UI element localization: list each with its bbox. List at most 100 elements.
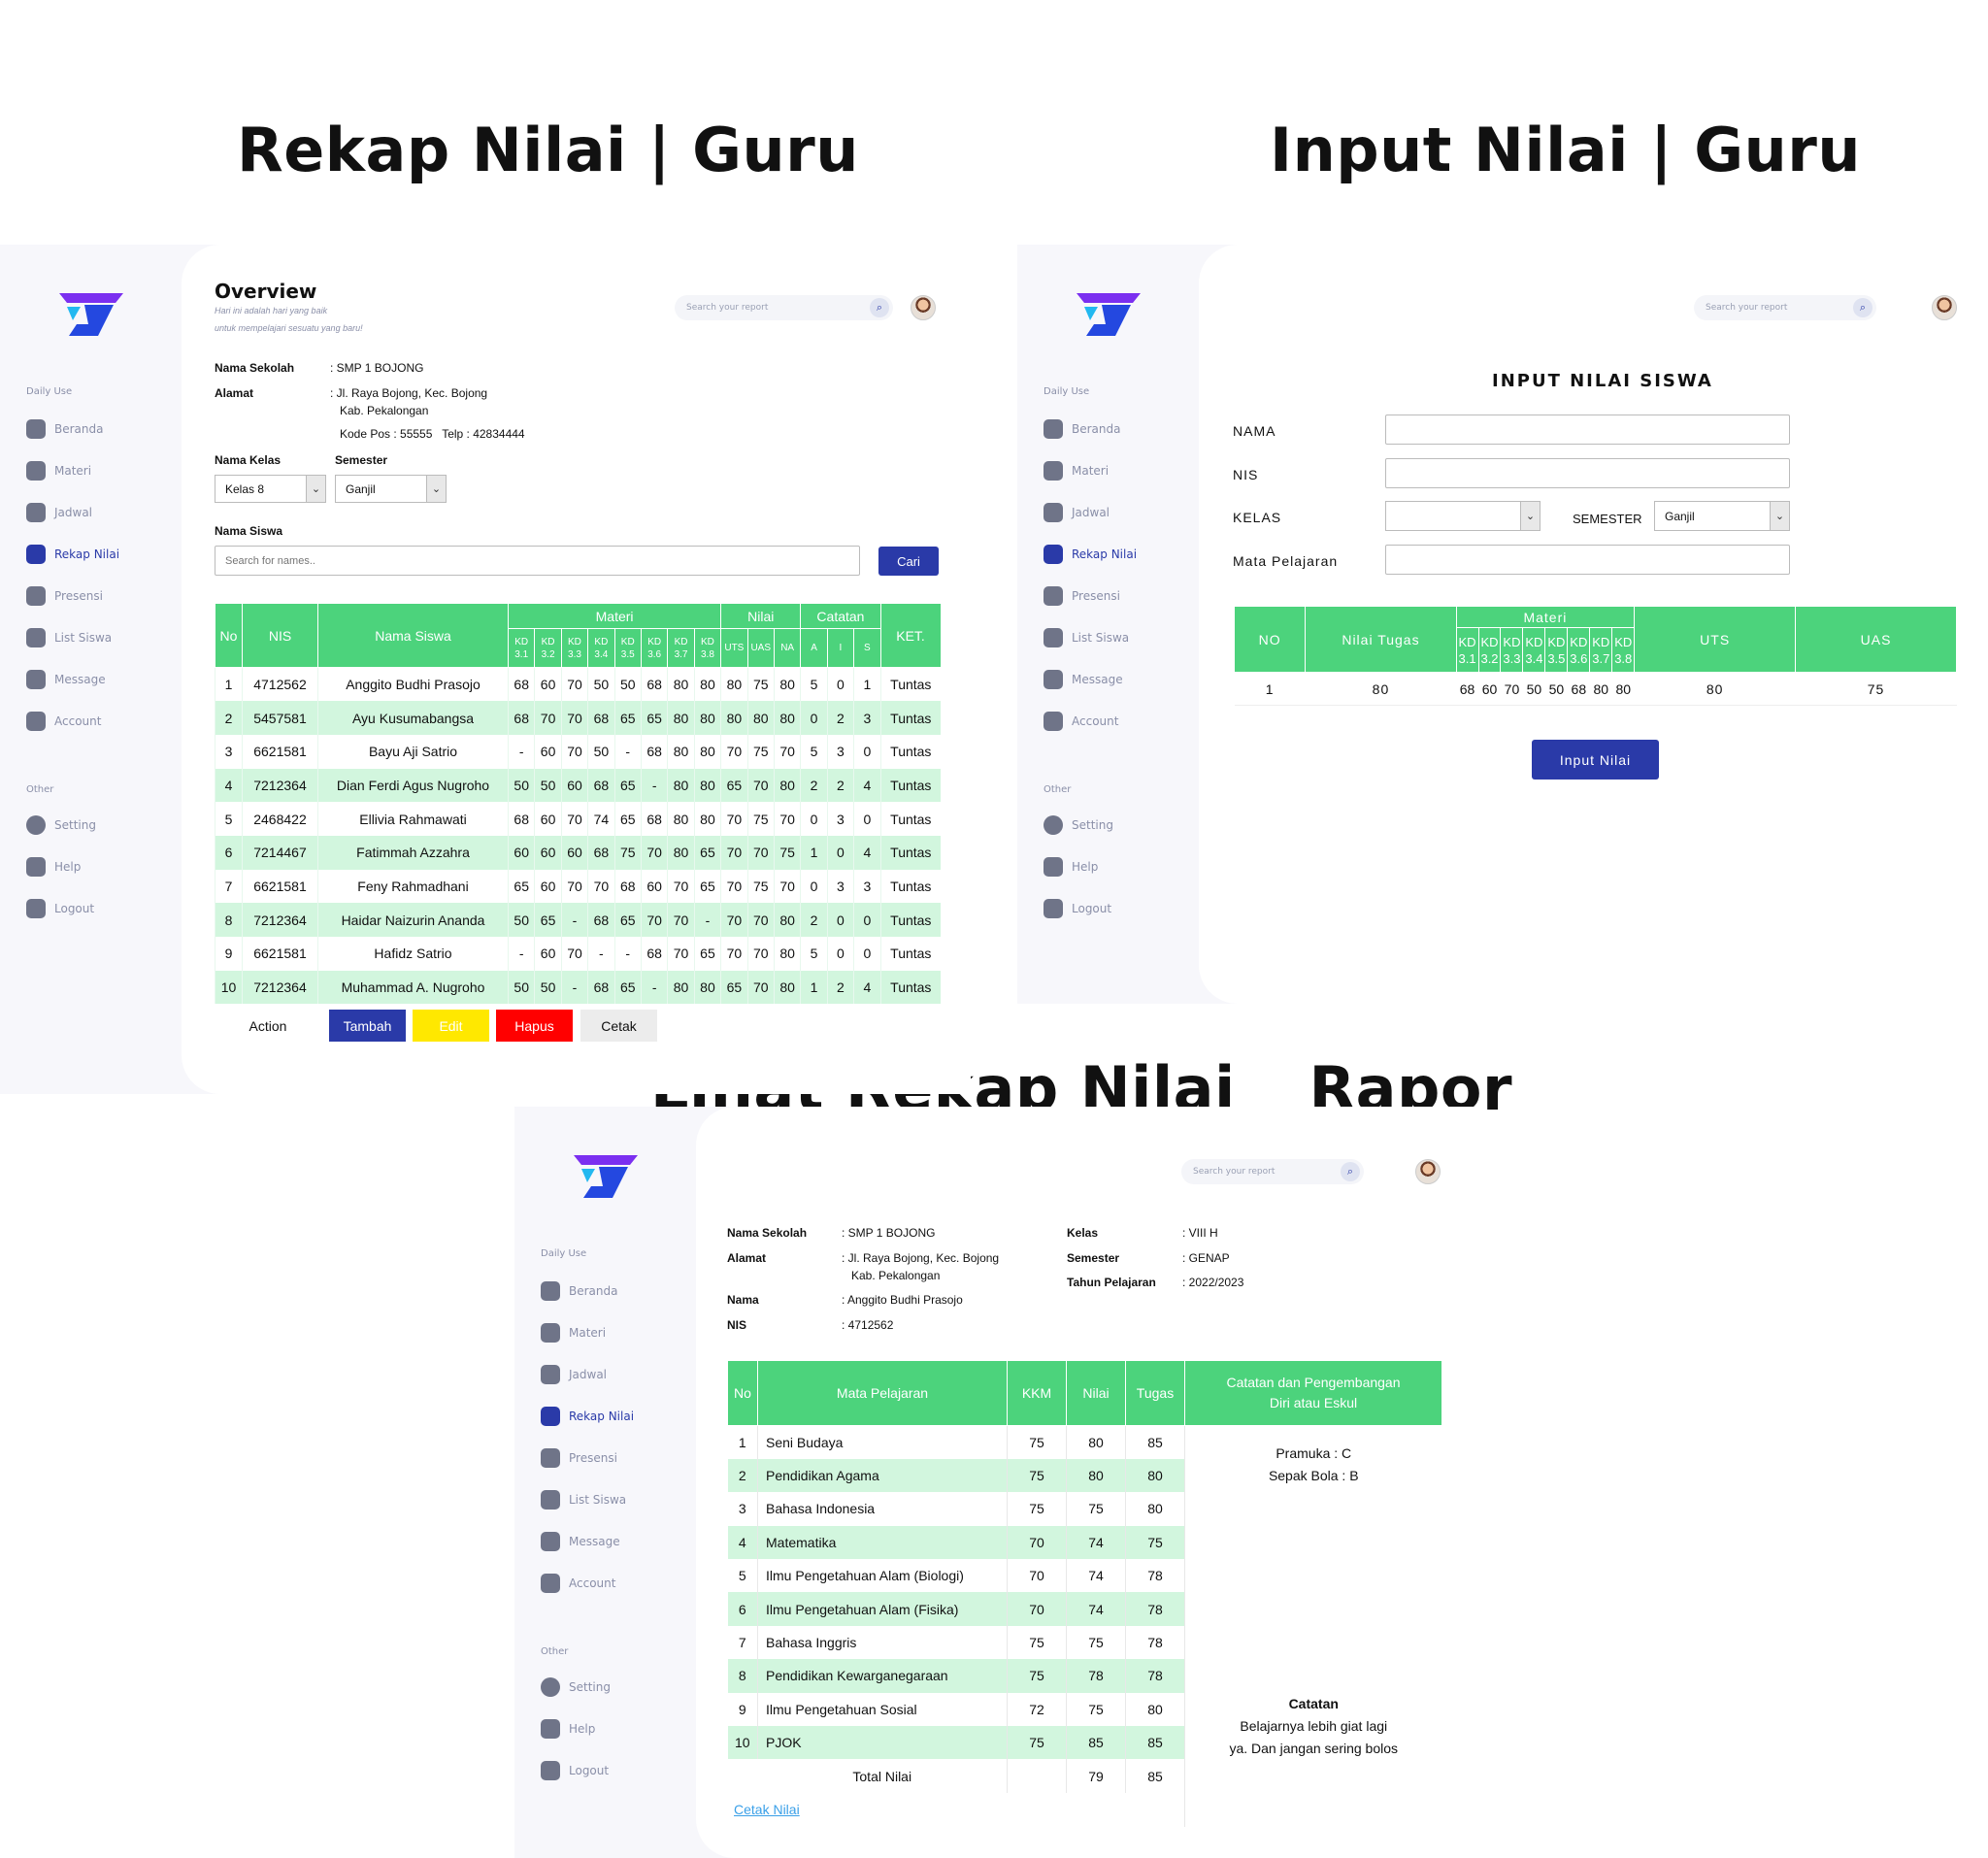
table-cell: 1 <box>800 970 828 1005</box>
sidebar-item-list-siswa[interactable]: List Siswa <box>26 628 112 647</box>
edit-button[interactable]: Edit <box>413 1010 489 1042</box>
sidebar-item-list-siswa[interactable]: List Siswa <box>541 1490 626 1510</box>
table-cell: 70 <box>773 802 801 836</box>
sidebar-item-presensi[interactable]: Presensi <box>541 1448 617 1468</box>
semester-select[interactable]: Ganjil ⌄ <box>335 475 447 503</box>
hapus-button[interactable]: Hapus <box>496 1010 573 1042</box>
sidebar-item-presensi[interactable]: Presensi <box>26 586 103 606</box>
semester-select-value: Ganjil <box>346 481 376 496</box>
search-bar[interactable]: Search your report ⌕ <box>1694 295 1876 320</box>
table-row[interactable]: 10 7212364 Muhammad A. Nugroho 50 50-68 65-80… <box>215 970 942 1005</box>
header-no: NO <box>1233 606 1307 673</box>
input-nis-field[interactable] <box>1385 458 1790 488</box>
sidebar-item-message[interactable]: Message <box>1044 670 1123 689</box>
sidebar-item-list-siswa[interactable]: List Siswa <box>1044 628 1129 647</box>
table-cell: 0 <box>853 734 881 769</box>
table-row[interactable]: 6 7214467 Fatimmah Azzahra 60 60 60 68 75 70 80 65… <box>215 835 942 870</box>
sidebar-item-logout[interactable]: Logout <box>26 899 94 918</box>
table-cell: 7214467 <box>242 835 318 870</box>
sidebar-item-presensi[interactable]: Presensi <box>1044 586 1120 606</box>
rapor-nis-label: NIS <box>727 1318 747 1332</box>
sidebar-item-help[interactable]: Help <box>1044 857 1098 877</box>
cetak-button[interactable]: Cetak <box>580 1010 657 1042</box>
sidebar-item-rekap-nilai[interactable]: Rekap Nilai <box>26 545 119 564</box>
table-row[interactable]: 1 4712562 Anggito Budhi Prasojo 68 60 70 50 50 6… <box>215 667 942 702</box>
sidebar-item-help[interactable]: Help <box>541 1719 595 1739</box>
dashboard-icon <box>26 419 46 439</box>
table-cell: 0 <box>826 667 854 702</box>
header-kd: KD 3.2 <box>534 628 562 668</box>
input-nama-field[interactable] <box>1385 415 1790 445</box>
sidebar-item-rekap-nilai[interactable]: Rekap Nilai <box>1044 545 1137 564</box>
sidebar-item-logout[interactable]: Logout <box>541 1761 609 1780</box>
sidebar-item-jadwal[interactable]: Jadwal <box>26 503 92 522</box>
table-cell: 68 <box>507 701 535 735</box>
table-cell: - <box>640 970 668 1005</box>
table-cell: 9 <box>215 937 243 971</box>
cetak-nilai-link[interactable]: Cetak Nilai <box>734 1802 800 1817</box>
search-icon[interactable]: ⌕ <box>1341 1162 1360 1181</box>
sidebar-item-setting[interactable]: Setting <box>1044 815 1113 835</box>
table-row[interactable]: 5 2468422 Ellivia Rahmawati 68 60 70 74 65 68 80 8… <box>215 802 942 836</box>
avatar[interactable] <box>911 295 936 320</box>
table-cell: 50 <box>613 667 642 702</box>
table-row[interactable]: 4 7212364 Dian Ferdi Agus Nugroho 50 50 60 68 6… <box>215 768 942 803</box>
tambah-button[interactable]: Tambah <box>329 1010 406 1042</box>
table-cell: 3 <box>826 869 854 904</box>
table-cell: 85 <box>1066 1726 1126 1760</box>
input-nilai-button[interactable]: Input Nilai <box>1532 740 1659 780</box>
header-kd: KD 3.4 <box>587 628 615 668</box>
sidebar-item-account[interactable]: Account <box>541 1574 615 1593</box>
search-icon[interactable]: ⌕ <box>1853 298 1872 317</box>
table-cell: 80 <box>773 768 801 803</box>
table-cell: 70 <box>720 835 748 870</box>
kelas-select[interactable]: Kelas 8 ⌄ <box>215 475 326 503</box>
table-row[interactable]: 9 6621581 Hafidz Satrio -60 70- -68 70 65 70 70 80… <box>215 937 942 971</box>
table-cell: 70 <box>560 937 588 971</box>
search-bar[interactable]: Search your report ⌕ <box>1181 1159 1364 1184</box>
avatar[interactable] <box>1932 295 1957 320</box>
rapor-nis-value: : 4712562 <box>842 1318 894 1332</box>
search-placeholder: Search your report <box>1706 303 1788 313</box>
table-row[interactable]: 3 6621581 Bayu Aji Satrio -60 70 50-68 80 80 70 7… <box>215 734 942 769</box>
sidebar-item-beranda[interactable]: Beranda <box>1044 419 1120 439</box>
table-cell: 70 <box>773 869 801 904</box>
sidebar-item-beranda[interactable]: Beranda <box>26 419 103 439</box>
sidebar-section-daily: Daily Use <box>1044 386 1090 397</box>
sidebar-item-account[interactable]: Account <box>26 712 101 731</box>
nama-siswa-label: Nama Siswa <box>215 524 283 538</box>
sidebar-item-message[interactable]: Message <box>541 1532 620 1551</box>
sidebar-item-materi[interactable]: Materi <box>541 1323 606 1343</box>
sidebar-item-jadwal[interactable]: Jadwal <box>541 1365 607 1384</box>
input-mapel-field[interactable] <box>1385 545 1790 575</box>
sidebar-item-setting[interactable]: Setting <box>26 815 96 835</box>
sidebar-item-beranda[interactable]: Beranda <box>541 1281 617 1301</box>
search-icon[interactable]: ⌕ <box>870 298 889 317</box>
search-bar[interactable]: Search your report ⌕ <box>675 295 893 320</box>
table-cell: 70 <box>746 970 775 1005</box>
input-kelas-select[interactable]: ⌄ <box>1385 501 1541 531</box>
sidebar-item-message[interactable]: Message <box>26 670 106 689</box>
sidebar-item-logout[interactable]: Logout <box>1044 899 1111 918</box>
table-row[interactable]: 2 5457581 Ayu Kusumabangsa 68 70 70 68 65 65 80 80… <box>215 701 942 735</box>
sidebar-item-materi[interactable]: Materi <box>26 461 91 481</box>
table-cell: - <box>507 937 535 971</box>
cari-button[interactable]: Cari <box>878 547 939 576</box>
table-header-row: No NIS Nama Siswa Materi Nilai Catatan KET. <box>215 603 942 668</box>
table-row[interactable]: 1 Seni Budaya 75 80 85 Pramuka : C Sepak Bola … <box>727 1425 1442 1828</box>
sidebar-item-account[interactable]: Account <box>1044 712 1118 731</box>
table-row[interactable]: 1 80 68 60 70 50 50 68 80 80 80 75 <box>1234 672 1957 706</box>
sidebar-item-help[interactable]: Help <box>26 857 81 877</box>
header-uas: UAS <box>1795 606 1957 673</box>
rapor-semester-label: Semester <box>1067 1251 1120 1265</box>
sidebar-item-materi[interactable]: Materi <box>1044 461 1109 481</box>
table-row[interactable]: 7 6621581 Feny Rahmadhani 65 60 70 70 68 60 70 65 7… <box>215 869 942 904</box>
input-semester-select[interactable]: Ganjil ⌄ <box>1654 501 1790 531</box>
list-icon <box>26 628 46 647</box>
avatar[interactable] <box>1415 1159 1441 1184</box>
sidebar-item-rekap-nilai[interactable]: Rekap Nilai <box>541 1407 634 1426</box>
table-row[interactable]: 8 7212364 Haidar Naizurin Ananda 50 65-68 65 7… <box>215 903 942 937</box>
sidebar-item-jadwal[interactable]: Jadwal <box>1044 503 1110 522</box>
nama-siswa-search-input[interactable] <box>215 546 860 576</box>
sidebar-item-setting[interactable]: Setting <box>541 1677 611 1697</box>
